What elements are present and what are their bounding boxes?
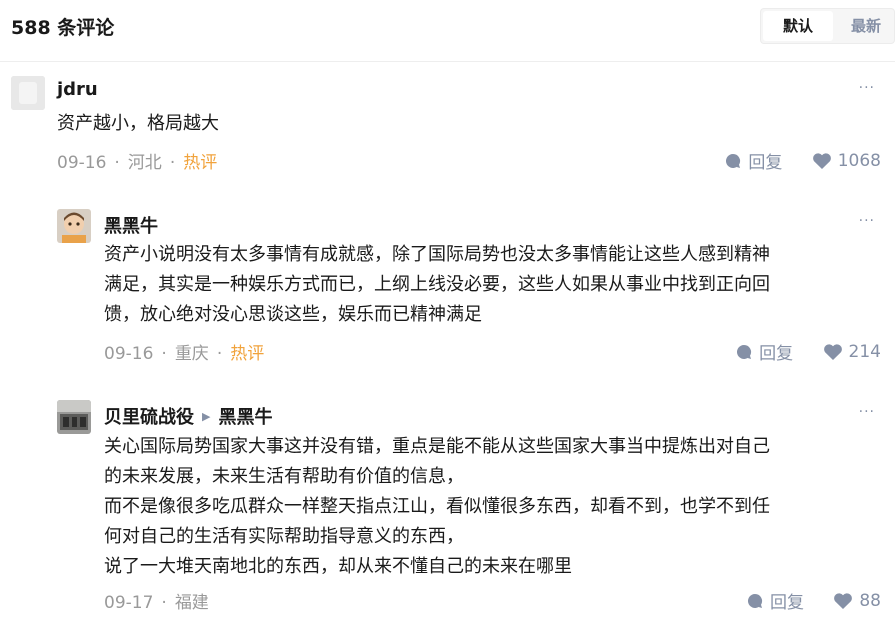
reply-button[interactable]: 回复 — [724, 148, 782, 173]
comment-actions: 回复 214 — [711, 339, 881, 366]
comment-line: 说了一大堆天南地北的东西，却从来不懂自己的未来在哪里 — [104, 556, 572, 577]
comment-bubble-icon — [726, 153, 741, 168]
comments-header: 588 条评论 默认 最新 — [0, 0, 895, 62]
comment-line: 满足，其实是一种娱乐方式而已，上纲上线没必要，这些人如果从事业中找到正向回 — [104, 274, 770, 295]
avatar[interactable] — [57, 400, 91, 434]
reply-button[interactable]: 回复 — [735, 339, 793, 364]
comment-date: 09-16 — [57, 153, 107, 173]
comment-bubble-icon — [747, 593, 763, 608]
comment-location: 重庆 — [174, 344, 209, 364]
comment-line: 资产小说明没有太多事情有成就感，除了国际局势也没太多事情能让这些人感到精神 — [104, 244, 770, 265]
comment-meta: 09-17 · 福建 — [104, 593, 209, 613]
hot-comment-tag: 热评 — [183, 153, 218, 173]
reply-arrow-icon: ▶ — [202, 409, 211, 423]
reply-label: 回复 — [748, 153, 783, 173]
comment-line: 资产越小，格局越大 — [57, 113, 219, 134]
like-button[interactable]: 214 — [823, 342, 881, 362]
like-count: 1068 — [837, 150, 881, 171]
comment-line: 馈，放心绝对没心思谈这些，娱乐而已精神满足 — [104, 304, 482, 325]
heart-icon — [823, 343, 842, 360]
comment-date: 09-16 — [104, 344, 154, 364]
hot-comment-tag: 热评 — [230, 344, 265, 364]
heart-icon — [812, 152, 831, 169]
sort-default-button[interactable]: 默认 — [763, 11, 833, 41]
comment-reply-item: 贝里硫战役 ▶ 黑黑牛 ··· 关心国际局势国家大事这并没有错，重点是能不能从这些国… — [0, 386, 895, 624]
comment-bubble-icon — [737, 344, 752, 359]
comment-date: 09-17 — [104, 593, 154, 613]
sort-latest-button[interactable]: 最新 — [837, 11, 895, 41]
comment-actions: 回复 1068 — [700, 148, 881, 175]
like-count: 214 — [848, 341, 881, 362]
reply-button[interactable]: 回复 — [746, 588, 804, 613]
reply-label: 回复 — [769, 593, 804, 613]
comment-line: 关心国际局势国家大事这并没有错，重点是能不能从这些国家大事当中提炼出对自己 — [104, 436, 770, 457]
comment-line: 而不是像很多吃瓜群众一样整天指点江山，看似懂很多东西，却看不到，也学不到任 — [104, 496, 770, 517]
comment-author[interactable]: jdru — [57, 79, 98, 100]
comment-author-row: 贝里硫战役 ▶ 黑黑牛 — [104, 403, 272, 429]
more-dots-icon[interactable]: ··· — [859, 213, 875, 229]
like-button[interactable]: 88 — [833, 591, 881, 611]
like-count: 88 — [859, 590, 881, 611]
comment-author[interactable]: 黑黑牛 — [104, 212, 158, 238]
comment-content: 资产越小，格局越大 — [57, 109, 219, 139]
comment-content: 资产小说明没有太多事情有成就感，除了国际局势也没太多事情能让这些人感到精神 满足… — [104, 240, 770, 330]
comment-content: 关心国际局势国家大事这并没有错，重点是能不能从这些国家大事当中提炼出对自己 的未… — [104, 432, 770, 582]
comment-count-title: 588 条评论 — [11, 17, 115, 39]
comment-line: 何对自己的生活有实际帮助指导意义的东西， — [104, 526, 464, 547]
comment-author[interactable]: 贝里硫战役 — [104, 407, 194, 428]
avatar[interactable] — [11, 76, 45, 110]
comment-meta: 09-16 · 重庆 · 热评 — [104, 344, 265, 364]
sort-toggle: 默认 最新 — [760, 8, 895, 44]
comment-line: 的未来发展，未来生活有帮助有价值的信息， — [104, 466, 464, 487]
reply-to-author[interactable]: 黑黑牛 — [218, 407, 272, 428]
comment-reply-item: 黑黑牛 ··· 资产小说明没有太多事情有成就感，除了国际局势也没太多事情能让这些… — [0, 195, 895, 385]
more-dots-icon[interactable]: ··· — [859, 80, 875, 96]
comment-item: jdru ··· 资产越小，格局越大 09-16 · 河北 · 热评 回复 1068 — [0, 62, 895, 182]
avatar[interactable] — [57, 209, 91, 243]
more-dots-icon[interactable]: ··· — [859, 404, 875, 420]
comment-meta: 09-16 · 河北 · 热评 — [57, 153, 218, 173]
like-button[interactable]: 1068 — [812, 151, 881, 171]
comment-location: 河北 — [127, 153, 162, 173]
reply-label: 回复 — [759, 344, 794, 364]
comment-location: 福建 — [174, 593, 209, 613]
comment-actions: 回复 88 — [722, 588, 881, 615]
heart-icon — [834, 592, 853, 609]
